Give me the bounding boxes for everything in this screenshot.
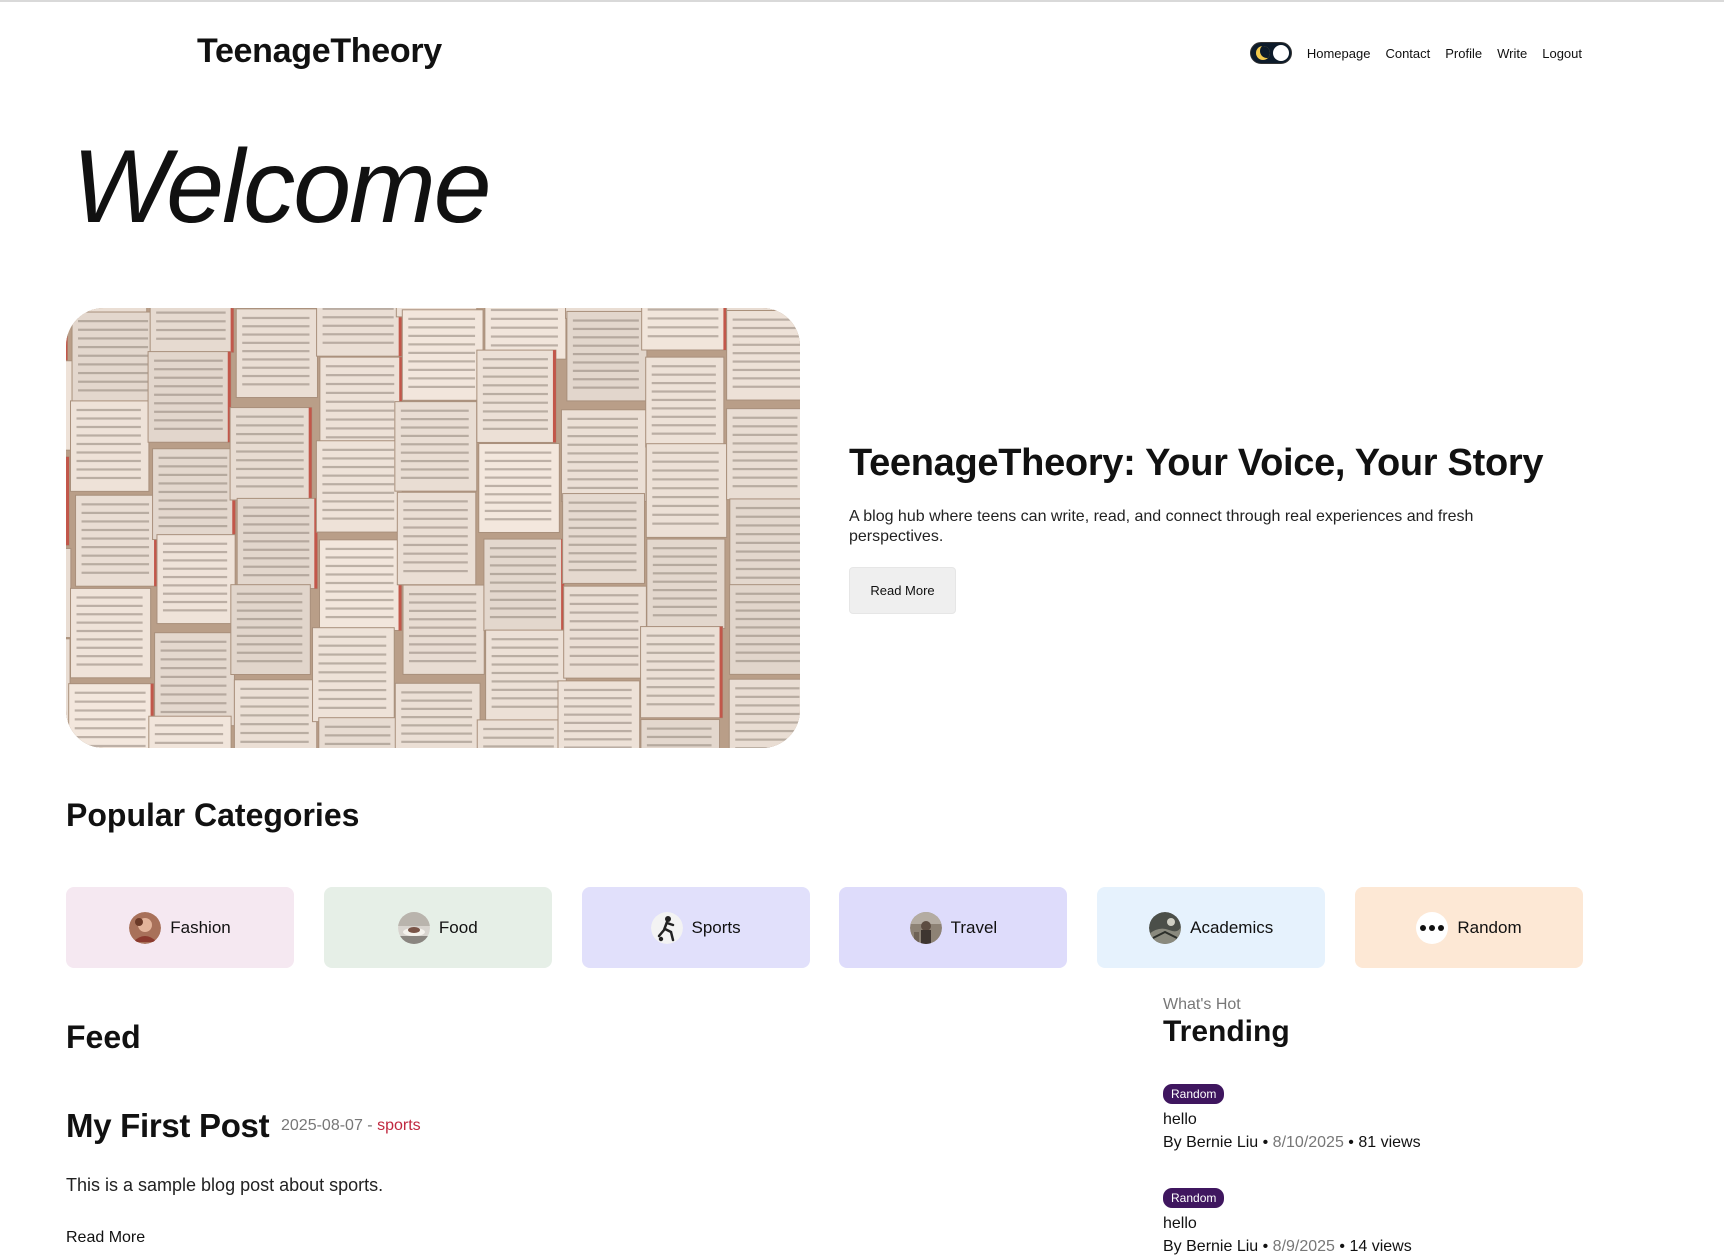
nav-contact[interactable]: Contact <box>1385 46 1430 61</box>
feed-heading: Feed <box>66 1019 141 1055</box>
toggle-knob <box>1272 45 1289 61</box>
trending-heading: Trending <box>1163 1015 1290 1048</box>
trending-author: By Bernie Liu <box>1163 1134 1259 1151</box>
trending-author: By Bernie Liu <box>1163 1238 1259 1255</box>
post-read-more-link[interactable]: Read More <box>66 1229 145 1247</box>
post-meta: 2025-08-07 - sports <box>281 1117 421 1135</box>
category-sports[interactable]: Sports <box>581 887 810 968</box>
hero-image-open-books <box>66 308 800 748</box>
nav-profile[interactable]: Profile <box>1445 46 1482 61</box>
nav-write[interactable]: Write <box>1497 46 1527 61</box>
trending-views: 14 views <box>1349 1238 1412 1255</box>
more-dots-icon <box>1416 911 1449 944</box>
trending-title[interactable]: hello <box>1163 1111 1421 1129</box>
top-border <box>0 0 1724 2</box>
welcome-heading: Welcome <box>72 129 492 245</box>
trending-category-badge[interactable]: Random <box>1163 1084 1225 1104</box>
category-label: Sports <box>691 917 741 937</box>
nav-logout[interactable]: Logout <box>1542 46 1582 61</box>
hero-title: TeenageTheory: Your Voice, Your Story <box>849 442 1544 484</box>
category-label: Travel <box>950 917 998 937</box>
moon-icon <box>1255 46 1270 60</box>
categories-heading: Popular Categories <box>66 797 360 833</box>
trending-kicker: What's Hot <box>1163 996 1241 1013</box>
category-label: Random <box>1457 917 1522 937</box>
travel-avatar-icon <box>909 911 942 944</box>
academics-avatar-icon <box>1149 911 1182 944</box>
hero-description: A blog hub where teens can write, read, … <box>849 508 1474 545</box>
post-title[interactable]: My First Post <box>66 1107 270 1145</box>
sports-avatar-icon <box>650 911 683 944</box>
category-travel[interactable]: Travel <box>839 887 1068 968</box>
trending-byline: By Bernie Liu • 8/10/2025 • 81 views <box>1163 1134 1421 1151</box>
site-logo[interactable]: TeenageTheory <box>197 32 442 71</box>
nav-homepage[interactable]: Homepage <box>1307 46 1371 61</box>
category-label: Academics <box>1190 917 1274 937</box>
category-fashion[interactable]: Fashion <box>66 887 294 968</box>
trending-date: 8/9/2025 <box>1272 1238 1335 1255</box>
category-random[interactable]: Random <box>1354 887 1583 968</box>
top-nav: Homepage Contact Profile Write Logout <box>1249 42 1582 64</box>
food-avatar-icon <box>397 911 430 944</box>
fashion-avatar-icon <box>129 911 162 944</box>
post-date: 2025-08-07 - <box>281 1117 373 1134</box>
trending-item: Random hello By Bernie Liu • 8/10/2025 •… <box>1163 1084 1421 1152</box>
category-list: Fashion Food Sports Travel Academics Ran… <box>66 887 1583 968</box>
category-label: Fashion <box>170 917 231 937</box>
post-excerpt: This is a sample blog post about sports. <box>66 1175 384 1195</box>
post-category-tag[interactable]: sports <box>377 1117 421 1134</box>
trending-title[interactable]: hello <box>1163 1215 1412 1233</box>
category-academics[interactable]: Academics <box>1097 887 1326 968</box>
trending-date: 8/10/2025 <box>1272 1134 1344 1151</box>
trending-item: Random hello By Bernie Liu • 8/9/2025 • … <box>1163 1188 1412 1256</box>
trending-views: 81 views <box>1358 1134 1421 1151</box>
category-food[interactable]: Food <box>323 887 552 968</box>
hero-read-more-button[interactable]: Read More <box>849 567 956 614</box>
trending-byline: By Bernie Liu • 8/9/2025 • 14 views <box>1163 1238 1412 1255</box>
dark-mode-toggle[interactable] <box>1249 42 1292 64</box>
trending-category-badge[interactable]: Random <box>1163 1188 1225 1208</box>
category-label: Food <box>438 917 478 937</box>
